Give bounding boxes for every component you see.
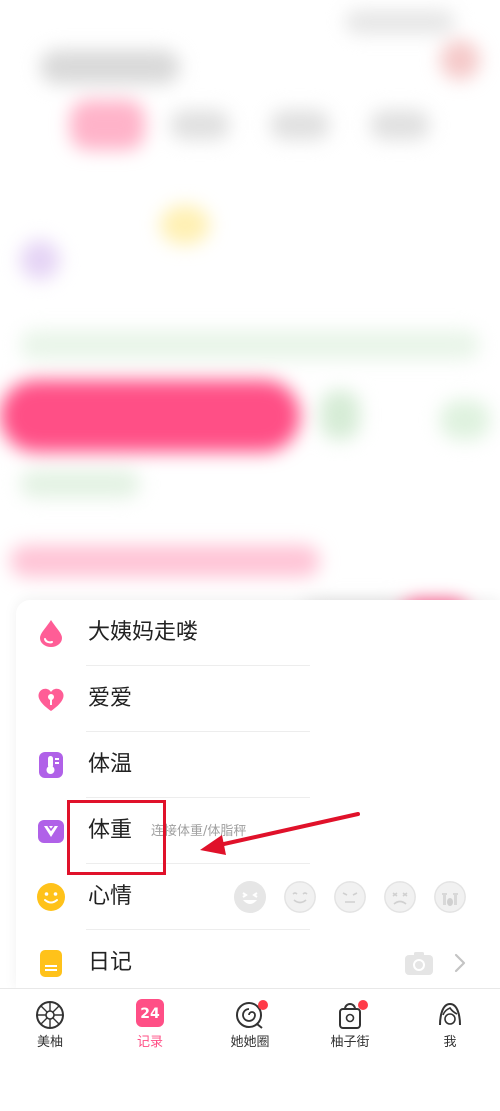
tab-label: 她她圈: [230, 1035, 270, 1050]
chevron-right-icon[interactable]: [452, 950, 468, 976]
bottom-tab-bar: 美柚 24 记录 她她圈 柚子街 我: [0, 988, 500, 1061]
record-panel: 大姨妈走喽 爱爱 体温 体重 连接体重/体脂秤 心情 日记: [16, 600, 500, 990]
bg-corner-block: [440, 40, 480, 80]
bg-status-block: [345, 10, 455, 34]
weight-scale-icon: [38, 820, 64, 843]
tab-record[interactable]: 24 记录: [100, 989, 200, 1061]
bg-green-block: [320, 390, 360, 440]
tab-shop[interactable]: 柚子街: [300, 989, 400, 1061]
diary-icon: [40, 950, 62, 977]
bg-title-block: [40, 50, 180, 84]
tab-label: 美柚: [36, 1035, 63, 1050]
crying-face-icon[interactable]: [434, 881, 466, 913]
tab-label: 柚子街: [330, 1035, 370, 1050]
tab-community[interactable]: 她她圈: [200, 989, 300, 1061]
annotation-highlight-box: [67, 800, 166, 875]
bg-purple-blob: [20, 240, 60, 280]
bg-pink-button: [0, 380, 300, 452]
record-row-label: 心情: [88, 884, 133, 909]
smiley-icon: [37, 883, 65, 911]
profile-icon: [439, 1002, 461, 1026]
bg-pink-strip: [10, 545, 320, 577]
period-drop-icon: [40, 620, 62, 647]
bg-green-block: [440, 400, 490, 440]
bg-tab-block: [170, 110, 230, 140]
tab-meiyou[interactable]: 美柚: [0, 989, 100, 1061]
record-row-label: 爱爱: [88, 686, 133, 711]
notification-dot: [358, 1000, 368, 1010]
meiyou-icon: [36, 1001, 64, 1029]
tab-label: 我: [443, 1035, 457, 1050]
annotation-arrow-icon: [200, 812, 360, 855]
calendar-icon: 24: [136, 999, 164, 1027]
bg-tab-block: [370, 110, 430, 140]
record-row-temperature[interactable]: 体温: [16, 732, 500, 798]
notification-dot: [258, 1000, 268, 1010]
tab-label: 记录: [136, 1035, 163, 1050]
record-row-diary[interactable]: 日记: [16, 930, 500, 996]
bottom-safe-area: [0, 1061, 500, 1111]
bg-green-strip: [20, 330, 480, 360]
record-row-love[interactable]: 爱爱: [16, 666, 500, 732]
laughing-face-icon[interactable]: [234, 881, 266, 913]
record-row-label: 大姨妈走喽: [88, 620, 199, 645]
bg-tab-block: [270, 110, 330, 140]
heart-icon: [38, 688, 64, 711]
camera-icon[interactable]: [404, 950, 434, 976]
tab-profile[interactable]: 我: [400, 989, 500, 1061]
record-row-label: 日记: [88, 950, 133, 975]
record-row-label: 体温: [88, 752, 133, 777]
bg-yellow-blob: [160, 205, 210, 245]
thermometer-icon: [39, 752, 63, 778]
angry-face-icon[interactable]: [384, 881, 416, 913]
bg-green-block: [20, 470, 140, 498]
unhappy-face-icon[interactable]: [334, 881, 366, 913]
bg-tab-active-block: [70, 100, 145, 150]
happy-face-icon[interactable]: [284, 881, 316, 913]
record-row-period[interactable]: 大姨妈走喽: [16, 600, 500, 666]
